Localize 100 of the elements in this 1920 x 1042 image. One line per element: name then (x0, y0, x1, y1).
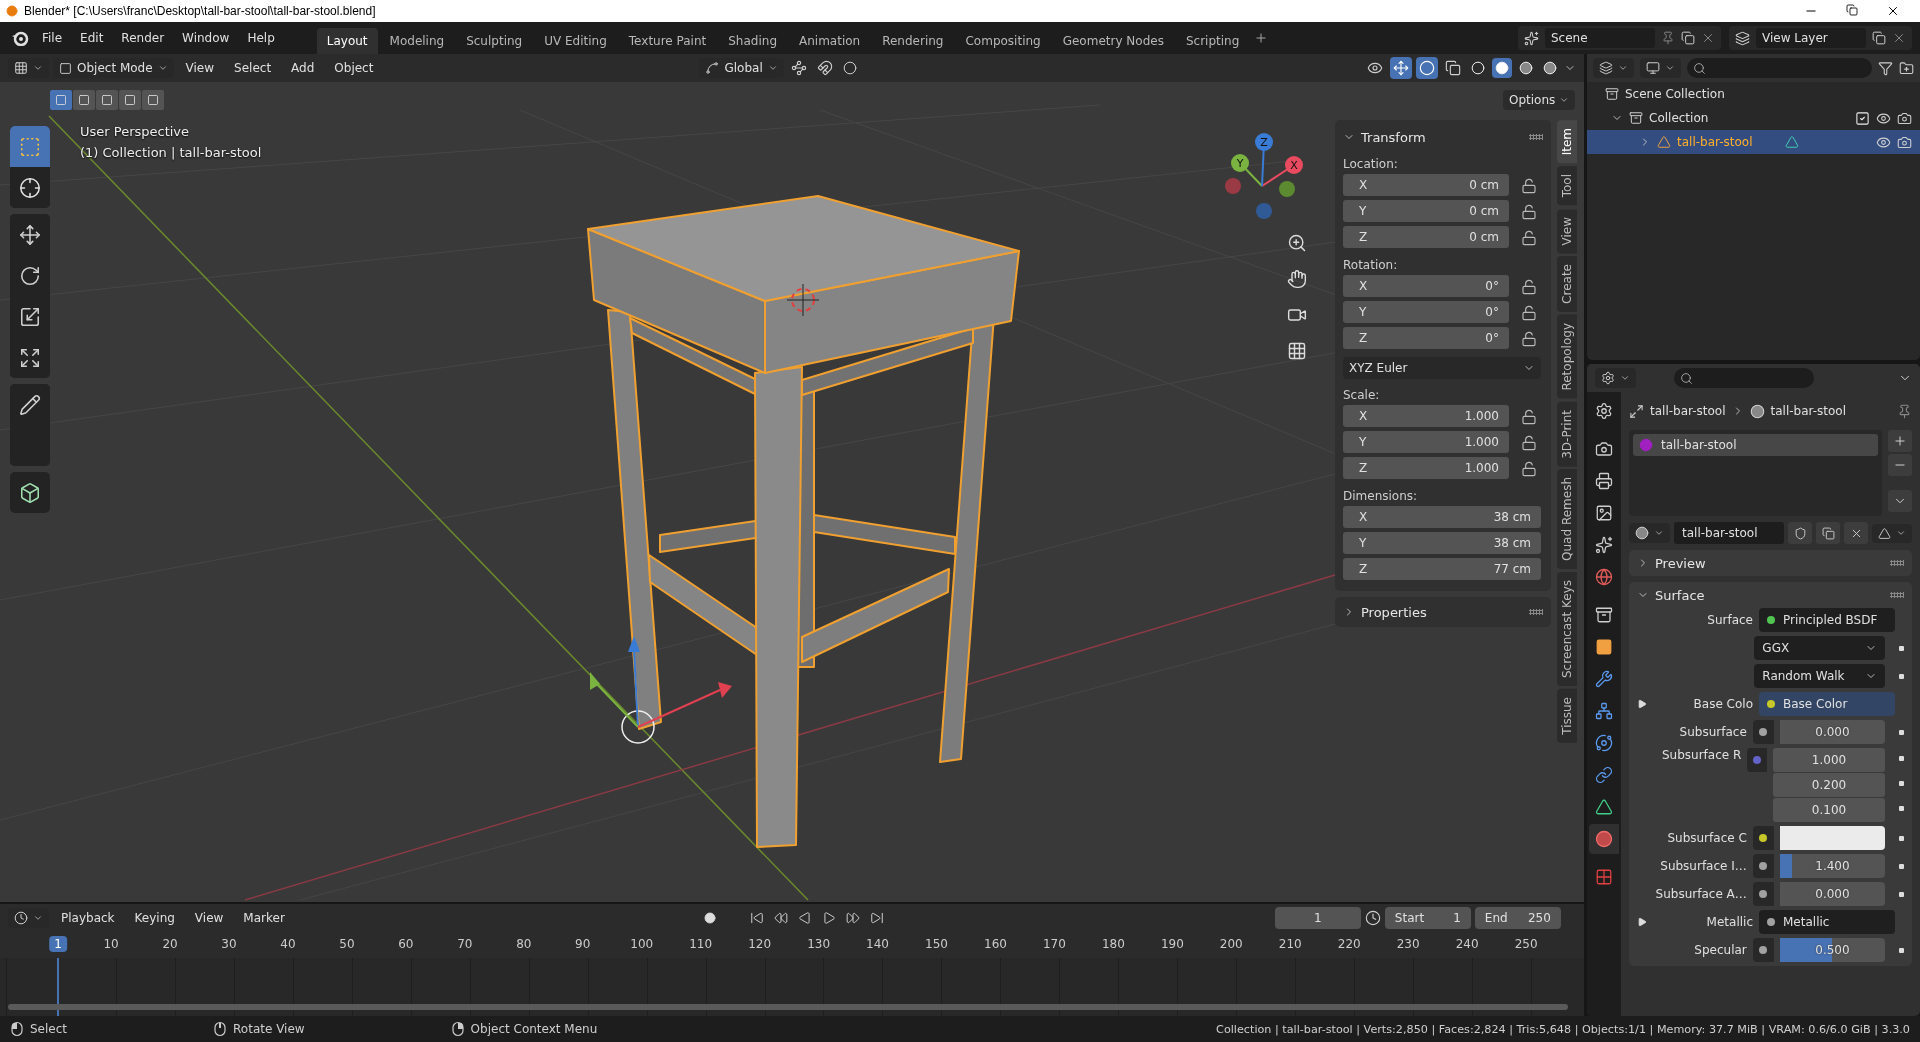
mode-dropdown[interactable]: Object Mode (53, 58, 174, 78)
menu-item[interactable]: Select (226, 57, 280, 79)
workspace-tab[interactable]: Sculpting (456, 28, 533, 54)
menu-item[interactable]: Window (174, 27, 238, 49)
outliner-item[interactable]: Collection (1649, 111, 1709, 125)
workspace-tab[interactable]: Geometry Nodes (1052, 28, 1174, 54)
frame-number: 70 (456, 936, 474, 952)
number-field[interactable]: Z 0 cm (1343, 226, 1509, 248)
number-field[interactable]: X 0° (1343, 275, 1509, 297)
number-field[interactable]: Y 1.000 (1343, 431, 1509, 453)
orientation-dropdown[interactable]: Global (699, 58, 784, 78)
number-field[interactable]: Y 0° (1343, 301, 1509, 323)
number-field[interactable]: X 38 cm (1343, 506, 1541, 528)
frame-number: 130 (806, 936, 832, 952)
number-field[interactable]: X 0 cm (1343, 174, 1509, 196)
window-title: Blender* [C:\Users\franc\Desktop\tall-bar-stool\tall-bar-stool.blend] (24, 4, 377, 18)
property-label: Subsurface C (1666, 831, 1747, 845)
frame-number: 40 (279, 936, 297, 952)
number-field[interactable]: X 1.000 (1343, 405, 1509, 427)
frame-number: 240 (1454, 936, 1480, 952)
workspace-tab[interactable]: Shading (718, 28, 787, 54)
sidebar-tab[interactable]: View (1557, 208, 1577, 254)
menu-item[interactable]: Add (283, 57, 323, 79)
status-stats: Collection | tall-bar-stool | Verts:2,850 | Faces:2,824 | Tris:5,648 | Objects:1/1 | Memory: 37.7 MiB | VRAM: 0.6/6.0 GiB | 3.3.0 (1216, 1022, 1910, 1036)
number-field[interactable]: Y 38 cm (1343, 532, 1541, 554)
sidebar-tab[interactable]: Create (1557, 256, 1577, 312)
frame-number: 160 (983, 936, 1008, 952)
property-label: Metallic (1705, 915, 1753, 929)
workspace-tab[interactable]: Layout (316, 28, 378, 54)
workspace-tab[interactable]: Rendering (872, 28, 954, 54)
sidebar-tab[interactable]: Tool (1557, 166, 1577, 206)
axis-handle[interactable]: Y (1231, 154, 1263, 187)
frame-number: 220 (1336, 936, 1362, 952)
view-layer-field[interactable]: View Layer (1756, 28, 1866, 48)
workspace-tab[interactable]: Scripting (1175, 28, 1250, 54)
start-frame-field[interactable]: Start 1 (1384, 907, 1471, 929)
dropdown[interactable]: Random Walk (1754, 664, 1886, 688)
socket-link-field[interactable]: Base Color (1759, 692, 1895, 716)
frame-number: 80 (515, 936, 533, 952)
workspace-tab[interactable]: UV Editing (534, 28, 617, 54)
frame-number: 180 (1100, 936, 1126, 952)
number-field[interactable]: 0.100 (1773, 798, 1885, 822)
menu-item[interactable]: View (186, 907, 232, 929)
scene-field[interactable]: Scene (1545, 28, 1655, 48)
sidebar-tab[interactable]: Screencast Keys (1557, 572, 1577, 687)
value-slider[interactable]: 1.400 (1779, 854, 1886, 878)
dropdown[interactable]: GGX (1754, 636, 1886, 660)
sidebar-tab[interactable]: Item (1557, 120, 1577, 164)
viewport-info-text: (1) Collection | tall-bar-stool (80, 145, 262, 160)
outliner-item[interactable]: Scene Collection (1625, 87, 1725, 101)
socket-link-field[interactable]: Metallic (1759, 910, 1895, 934)
options-dropdown[interactable]: Options (1503, 90, 1576, 110)
number-field[interactable]: Y 0 cm (1343, 200, 1509, 222)
property-label: Base Colo (1692, 697, 1753, 711)
number-field[interactable]: Z 0° (1343, 327, 1509, 349)
viewport-info-text: User Perspective (80, 124, 191, 139)
panel-header[interactable]: Surface (1637, 584, 1904, 606)
breadcrumb-item: tall-bar-stool (1770, 404, 1846, 418)
menu-item[interactable]: Keying (126, 907, 183, 929)
number-field[interactable]: 0.200 (1773, 773, 1885, 797)
socket-link-field[interactable]: Principled BSDF (1759, 608, 1895, 632)
status-hint: Rotate View (233, 1022, 305, 1036)
status-hint: Select (30, 1022, 68, 1036)
workspace-tab[interactable]: Compositing (955, 28, 1051, 54)
status-hint: Object Context Menu (470, 1022, 598, 1036)
menu-item[interactable]: Help (239, 27, 283, 49)
frame-number: 250 (1513, 936, 1539, 952)
current-frame-field[interactable]: 1 (1274, 907, 1361, 929)
sidebar-tab[interactable]: Retopology (1557, 315, 1577, 399)
frame-number: 140 (865, 936, 890, 952)
rotation-mode-dropdown[interactable]: XYZ Euler (1343, 357, 1541, 379)
menu-item[interactable]: Marker (235, 907, 293, 929)
menu-item[interactable]: View (177, 57, 223, 79)
menu-item[interactable]: Edit (72, 27, 112, 49)
workspace-tab[interactable]: Modeling (379, 28, 455, 54)
sidebar-tab[interactable]: 3D-Print (1557, 401, 1577, 467)
number-field[interactable]: Z 1.000 (1343, 457, 1509, 479)
menu-item[interactable]: Playback (53, 907, 123, 929)
frame-number: 100 (629, 936, 655, 952)
group-label: Dimensions: (1343, 489, 1419, 503)
outliner-item[interactable]: tall-bar-stool (1677, 135, 1753, 149)
material-name-field[interactable]: tall-bar-stool (1674, 522, 1784, 544)
frame-number: 200 (1218, 936, 1244, 952)
frame-number: 60 (397, 936, 415, 952)
menu-item[interactable]: File (34, 27, 71, 49)
frame-number: 170 (1041, 936, 1067, 952)
sidebar-tab[interactable]: Quad Remesh (1557, 469, 1577, 570)
number-field[interactable]: Z 77 cm (1343, 558, 1541, 580)
frame-number: 10 (102, 936, 120, 952)
frame-number: 50 (338, 936, 356, 952)
menu-item[interactable]: Object (326, 57, 382, 79)
sidebar-tab[interactable]: Tissue (1557, 689, 1577, 744)
axis-handle[interactable]: Z (1255, 133, 1273, 187)
workspace-tab[interactable]: Texture Paint (618, 28, 717, 54)
menu-item[interactable]: Render (113, 27, 173, 49)
number-field[interactable]: 1.000 (1773, 748, 1885, 772)
panel-header[interactable]: Transform (1343, 126, 1543, 148)
material-slot[interactable]: tall-bar-stool (1633, 434, 1878, 456)
workspace-tab[interactable]: Animation (789, 28, 871, 54)
end-frame-field[interactable]: End 250 (1474, 907, 1561, 929)
